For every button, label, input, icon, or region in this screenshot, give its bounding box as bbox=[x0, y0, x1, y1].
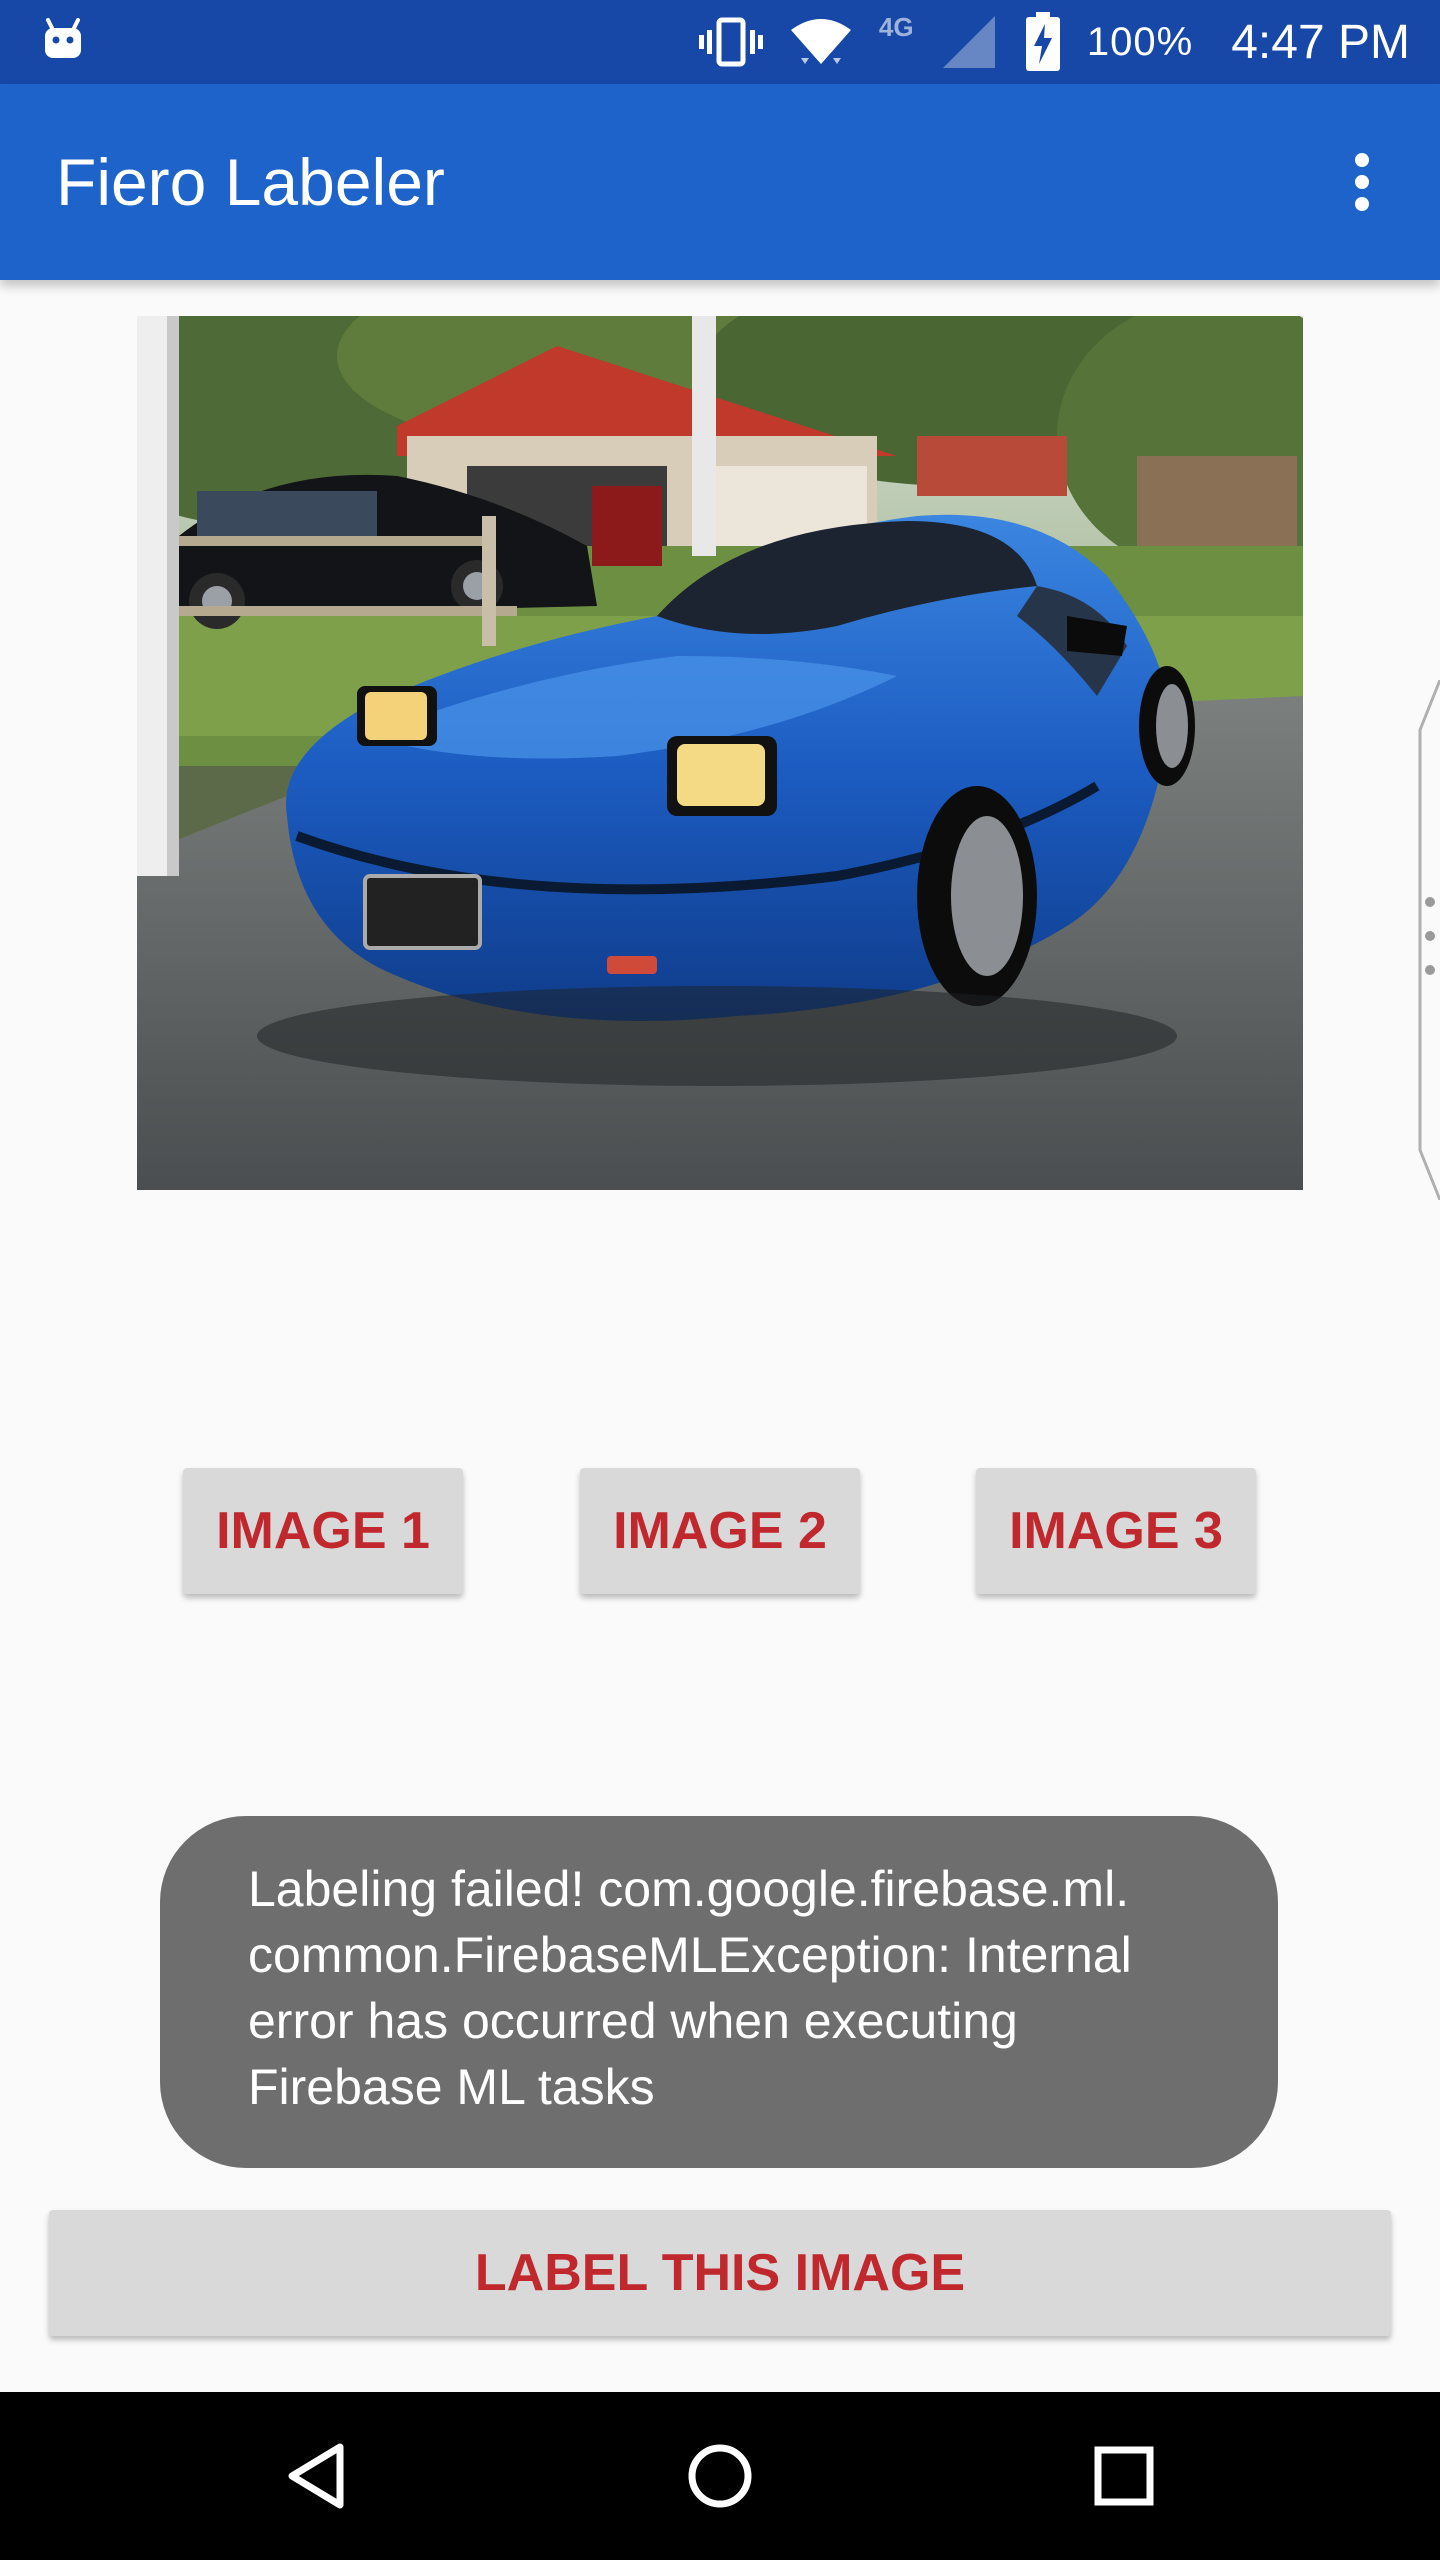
recents-icon bbox=[1094, 2446, 1154, 2506]
edge-panel-handle[interactable] bbox=[1410, 680, 1440, 1200]
more-vert-icon bbox=[1355, 153, 1369, 211]
battery-charging-icon bbox=[1025, 12, 1060, 71]
back-icon bbox=[288, 2443, 344, 2509]
android-icon bbox=[45, 18, 81, 58]
image-2-button[interactable]: IMAGE 2 bbox=[580, 1468, 860, 1594]
image-3-button[interactable]: IMAGE 3 bbox=[976, 1468, 1256, 1594]
navigation-bar bbox=[0, 2392, 1440, 2560]
home-button[interactable] bbox=[670, 2426, 770, 2526]
vibrate-icon bbox=[698, 17, 763, 67]
car-photo bbox=[137, 316, 1303, 1190]
home-icon bbox=[688, 2444, 752, 2508]
status-bar: 4G 100% 4:47 PM bbox=[0, 0, 1440, 84]
cell-network: 4G bbox=[879, 12, 999, 72]
image-1-button[interactable]: IMAGE 1 bbox=[183, 1468, 463, 1594]
overflow-menu-button[interactable] bbox=[1320, 140, 1404, 224]
battery-percent: 100% bbox=[1086, 19, 1194, 64]
status-icons: 4G 100% 4:47 PM bbox=[698, 0, 1410, 84]
label-this-image-button[interactable]: LABEL THIS IMAGE bbox=[49, 2210, 1391, 2336]
app-screen: 4G 100% 4:47 PM Fiero Labeler IMAGE 1 IM… bbox=[0, 0, 1440, 2560]
blue-sports-car-image bbox=[137, 316, 1303, 1190]
recents-button[interactable] bbox=[1074, 2426, 1174, 2526]
app-title: Fiero Labeler bbox=[56, 145, 445, 219]
cell-signal-icon bbox=[942, 16, 995, 68]
app-bar: Fiero Labeler bbox=[0, 84, 1440, 280]
toast-message: Labeling failed! com.google.firebase.ml.… bbox=[248, 1861, 1132, 2115]
network-type-label: 4G bbox=[878, 12, 914, 42]
error-toast: Labeling failed! com.google.firebase.ml.… bbox=[160, 1816, 1278, 2168]
clock: 4:47 PM bbox=[1231, 15, 1410, 69]
wifi-icon bbox=[790, 19, 851, 64]
back-button[interactable] bbox=[266, 2426, 366, 2526]
